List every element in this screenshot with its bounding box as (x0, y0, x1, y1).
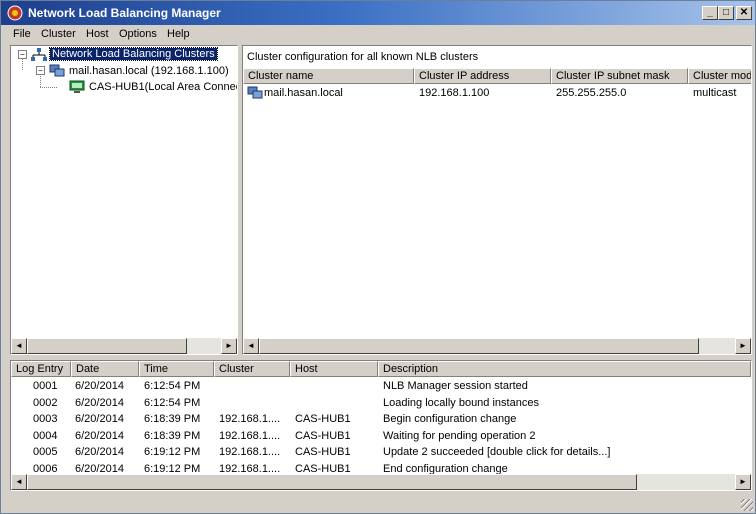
col-cluster[interactable]: Cluster (214, 361, 290, 377)
nlb-manager-window: Network Load Balancing Manager _ □ ✕ Fil… (0, 0, 756, 514)
host-icon (69, 80, 85, 93)
status-bar (1, 495, 755, 513)
host-cell: CAS-HUB1 (295, 446, 351, 459)
col-cluster-name[interactable]: Cluster name (243, 68, 414, 84)
scroll-right-arrow[interactable]: ► (221, 338, 237, 354)
tree-connector (22, 59, 23, 70)
cluster-tree-pane: − Network Load Balancing Clusters − mail… (10, 45, 238, 355)
cluster-list-header: Cluster configuration for all known NLB … (243, 46, 751, 66)
tree-host-node[interactable]: CAS-HUB1(Local Area Connecti (89, 81, 237, 93)
cluster-list-horizontal-scrollbar[interactable]: ◄ ► (243, 338, 751, 354)
menu-cluster[interactable]: Cluster (41, 28, 76, 40)
tree-connector (40, 76, 41, 87)
log-entry-cell: 0003 (33, 413, 58, 426)
description-cell: NLB Manager session started (383, 380, 528, 392)
log-entry-cell: 0005 (33, 446, 58, 459)
scroll-left-arrow[interactable]: ◄ (11, 474, 27, 490)
cluster-cell: 192.168.1.... (219, 413, 281, 426)
cluster-column-headers: Cluster name Cluster IP address Cluster … (243, 68, 751, 84)
date-cell: 6/20/2014 (75, 446, 124, 459)
cluster-cell: 192.168.1.... (219, 446, 281, 459)
host-cell: CAS-HUB1 (295, 429, 351, 442)
scroll-left-arrow[interactable]: ◄ (11, 338, 27, 354)
tree-connector (40, 87, 57, 88)
cluster-mode-cell: multicast (693, 87, 737, 99)
cluster-cell: 192.168.1.... (219, 429, 281, 442)
description-cell: Waiting for pending operation 2 (383, 429, 536, 442)
description-cell: Update 2 succeeded [double click for det… (383, 446, 611, 459)
scroll-thumb[interactable] (259, 338, 699, 354)
date-cell: 6/20/2014 (75, 413, 124, 426)
minimize-button[interactable]: _ (702, 6, 718, 20)
menu-bar: File Cluster Host Options Help (1, 25, 755, 43)
description-cell: Loading locally bound instances (383, 396, 539, 409)
log-pane: Log Entry Date Time Cluster Host Descrip… (10, 360, 752, 491)
menu-options[interactable]: Options (119, 28, 157, 40)
col-log-entry[interactable]: Log Entry (11, 361, 71, 377)
col-cluster-mode[interactable]: Cluster mode (688, 68, 751, 84)
expand-collapse-root[interactable]: − (18, 50, 27, 59)
log-entry-cell: 0002 (33, 396, 58, 409)
log-column-headers: Log Entry Date Time Cluster Host Descrip… (11, 361, 751, 377)
expand-collapse-cluster[interactable]: − (36, 66, 45, 75)
log-entry-cell: 0001 (33, 380, 58, 392)
maximize-button[interactable]: □ (718, 6, 734, 20)
date-cell: 6/20/2014 (75, 429, 124, 442)
cluster-row-icon (247, 86, 263, 99)
date-cell: 6/20/2014 (75, 380, 124, 392)
scroll-right-arrow[interactable]: ► (735, 474, 751, 490)
col-cluster-ip[interactable]: Cluster IP address (414, 68, 551, 84)
time-cell: 6:19:12 PM (144, 446, 201, 459)
scroll-thumb[interactable] (27, 474, 637, 490)
time-cell: 6:18:39 PM (144, 429, 201, 442)
menu-help[interactable]: Help (167, 28, 190, 40)
cluster-name-cell: mail.hasan.local (264, 87, 343, 99)
col-host[interactable]: Host (290, 361, 378, 377)
menu-file[interactable]: File (13, 28, 31, 40)
col-subnet-mask[interactable]: Cluster IP subnet mask (551, 68, 688, 84)
description-cell: Begin configuration change (383, 413, 517, 426)
scroll-left-arrow[interactable]: ◄ (243, 338, 259, 354)
col-time[interactable]: Time (139, 361, 214, 377)
cluster-ip-cell: 192.168.1.100 (419, 87, 490, 99)
time-cell: 6:12:54 PM (144, 380, 201, 392)
title-bar[interactable]: Network Load Balancing Manager _ □ ✕ (1, 1, 755, 25)
tree-root-node[interactable]: Network Load Balancing Clusters (49, 47, 218, 61)
window-title: Network Load Balancing Manager (28, 6, 221, 20)
time-cell: 6:12:54 PM (144, 396, 201, 409)
host-cell: CAS-HUB1 (295, 413, 351, 426)
cluster-icon (49, 64, 65, 77)
menu-host[interactable]: Host (86, 28, 109, 40)
log-entry-cell: 0004 (33, 429, 58, 442)
scroll-right-arrow[interactable]: ► (735, 338, 751, 354)
tree-horizontal-scrollbar[interactable]: ◄ ► (11, 338, 237, 354)
time-cell: 6:18:39 PM (144, 413, 201, 426)
subnet-mask-cell: 255.255.255.0 (556, 87, 627, 99)
date-cell: 6/20/2014 (75, 396, 124, 409)
close-button[interactable]: ✕ (736, 6, 752, 20)
log-horizontal-scrollbar[interactable]: ◄ ► (11, 474, 751, 490)
clusters-root-icon (31, 48, 47, 61)
cluster-list-pane: Cluster configuration for all known NLB … (242, 45, 752, 355)
resize-grip[interactable] (741, 499, 753, 511)
tree-root-label: Network Load Balancing Clusters (49, 47, 218, 61)
col-description[interactable]: Description (378, 361, 751, 377)
scroll-thumb[interactable] (27, 338, 187, 354)
tree-cluster-node[interactable]: mail.hasan.local (192.168.1.100) (69, 65, 229, 77)
col-date[interactable]: Date (71, 361, 139, 377)
nlb-app-icon (7, 5, 23, 21)
